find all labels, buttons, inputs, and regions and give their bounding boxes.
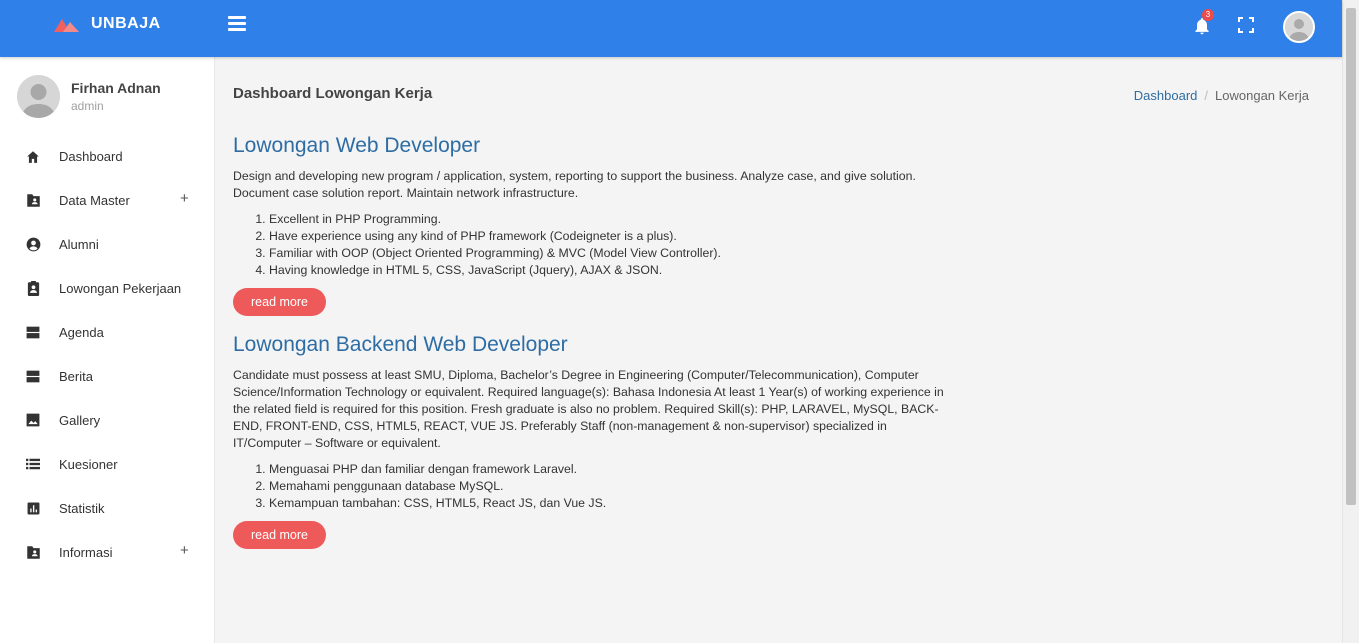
list-item: Kemampuan tambahan: CSS, HTML5, React JS… [269, 495, 953, 512]
page-scrollbar[interactable] [1342, 0, 1359, 643]
sidebar-item-gallery[interactable]: Gallery [0, 398, 214, 442]
sidebar-item-label: Data Master [59, 192, 130, 208]
avatar [1285, 13, 1313, 41]
notification-bell-button[interactable]: 3 [1192, 9, 1214, 37]
brand-name: UNBAJA [91, 15, 161, 32]
sidebar-item-statistik[interactable]: Statistik [0, 486, 214, 530]
user-avatar-menu[interactable] [1283, 11, 1315, 43]
storage-icon [25, 368, 41, 384]
breadcrumb-home-link[interactable]: Dashboard [1134, 88, 1198, 103]
sidebar-item-label: Lowongan Pekerjaan [59, 280, 182, 296]
sidebar-item-lowongan-pekerjaan[interactable]: Lowongan Pekerjaan [0, 266, 214, 310]
sidebar-item-label: Kuesioner [59, 456, 118, 472]
top-navbar: UNBAJA 3 [0, 0, 1342, 57]
sidebar-item-informasi[interactable]: Informasi + [0, 530, 214, 574]
menu-icon[interactable] [228, 16, 246, 32]
user-panel: Firhan Adnan admin [17, 75, 161, 118]
sidebar-item-label: Berita [59, 368, 93, 384]
sidebar-item-dashboard[interactable]: Dashboard [0, 134, 214, 178]
list-item: Familiar with OOP (Object Oriented Progr… [269, 245, 953, 262]
user-avatar-icon [17, 75, 60, 118]
job-title-link[interactable]: Lowongan Web Developer [233, 134, 953, 158]
list-item: Having knowledge in HTML 5, CSS, JavaScr… [269, 262, 953, 279]
notification-badge: 3 [1202, 9, 1214, 21]
account-circle-icon [25, 236, 41, 252]
user-name: Firhan Adnan [71, 80, 161, 96]
fullscreen-button[interactable] [1238, 17, 1254, 33]
sidebar-item-kuesioner[interactable]: Kuesioner [0, 442, 214, 486]
sidebar-item-agenda[interactable]: Agenda [0, 310, 214, 354]
sidebar-item-label: Statistik [59, 500, 105, 516]
list-item: Excellent in PHP Programming. [269, 211, 953, 228]
breadcrumb: Dashboard / Lowongan Kerja [1134, 88, 1309, 103]
sidebar-item-label: Dashboard [59, 148, 123, 164]
user-role: admin [71, 99, 104, 113]
home-icon [25, 148, 41, 164]
expand-plus-icon[interactable]: + [180, 543, 189, 559]
sidebar-item-label: Gallery [59, 412, 101, 428]
sidebar-item-alumni[interactable]: Alumni [0, 222, 214, 266]
storage-icon [25, 324, 41, 340]
job-description: Design and developing new program / appl… [233, 169, 916, 200]
job-title-link[interactable]: Lowongan Backend Web Developer [233, 333, 953, 357]
main-content: Dashboard Lowongan Kerja Dashboard / Lowon… [215, 57, 1342, 643]
folder-user-icon [25, 192, 41, 208]
list-item: Menguasai PHP dan familiar dengan framew… [269, 461, 953, 478]
brand[interactable]: UNBAJA [54, 15, 161, 33]
page-title: Dashboard Lowongan Kerja [233, 85, 433, 102]
scrollbar-thumb[interactable] [1346, 8, 1356, 505]
sidebar-item-label: Informasi [59, 544, 113, 560]
sidebar-avatar [17, 75, 60, 118]
read-more-button[interactable]: read more [233, 521, 326, 549]
image-icon [25, 412, 41, 428]
sidebar-item-label: Agenda [59, 324, 104, 340]
clipboard-user-icon [25, 280, 41, 296]
read-more-button[interactable]: read more [233, 288, 326, 316]
sidebar-item-data-master[interactable]: Data Master + [0, 178, 214, 222]
list-icon [25, 456, 41, 472]
job-requirements-list: Menguasai PHP dan familiar dengan framew… [233, 461, 953, 512]
breadcrumb-current: Lowongan Kerja [1215, 88, 1309, 103]
list-item: Memahami penggunaan database MySQL. [269, 478, 953, 495]
sidebar-item-berita[interactable]: Berita [0, 354, 214, 398]
job-posting: Lowongan Web Developer Design and develo… [233, 134, 953, 316]
list-item: Have experience using any kind of PHP fr… [269, 228, 953, 245]
folder-user-icon [25, 544, 41, 560]
mountain-logo-icon [54, 19, 79, 32]
sidebar: Firhan Adnan admin Dashboard Data Master… [0, 57, 215, 643]
job-description: Candidate must possess at least SMU, Dip… [233, 368, 944, 450]
fullscreen-icon [1238, 17, 1254, 33]
expand-plus-icon[interactable]: + [180, 191, 189, 207]
breadcrumb-separator: / [1204, 88, 1209, 103]
job-posting: Lowongan Backend Web Developer Candidate… [233, 333, 953, 549]
chart-icon [25, 500, 41, 516]
sidebar-item-label: Alumni [59, 236, 99, 252]
job-requirements-list: Excellent in PHP Programming. Have exper… [233, 211, 953, 279]
sidebar-nav: Dashboard Data Master + Alumni Lowongan … [0, 134, 214, 574]
